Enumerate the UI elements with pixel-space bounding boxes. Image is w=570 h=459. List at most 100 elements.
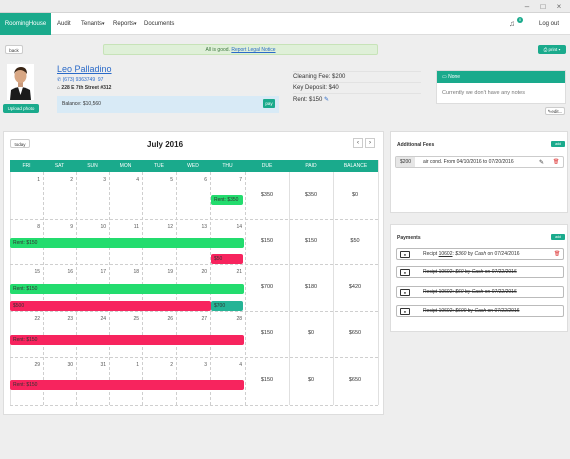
day-number: 7: [239, 177, 242, 183]
day-number: 8: [37, 224, 40, 230]
print-button[interactable]: ⎙ print ▾: [538, 45, 566, 54]
notes-panel: ▭ None Currently we don't have any notes: [436, 70, 566, 104]
window-titlebar: – □ ×: [0, 0, 570, 13]
cleaning-fee: Cleaning Fee: $200: [293, 74, 346, 80]
payment-date: on 07/24/2016: [487, 251, 520, 257]
tenant-address: ⌂ 228 E 7th Street #312: [57, 85, 111, 91]
grid-line: [10, 357, 378, 358]
payment-amount: $60: [455, 289, 464, 295]
payment-amount: $360: [455, 251, 467, 257]
notes-header-label: None: [448, 74, 461, 80]
fee-amount: $200: [396, 157, 415, 167]
additional-fees-title: Additional Fees: [397, 142, 435, 148]
payment-date: on 07/22/2016: [484, 289, 517, 295]
week-due: $700: [260, 284, 274, 290]
day-number: 30: [67, 362, 73, 368]
event-rent[interactable]: Rent: $150: [10, 284, 244, 294]
next-month-button[interactable]: ›: [365, 138, 375, 148]
week-balance: $0: [351, 192, 359, 198]
event-rent[interactable]: Rent: $150: [10, 335, 244, 345]
week-paid: $180: [304, 284, 318, 290]
bell-icon[interactable]: ♫: [509, 19, 515, 28]
payment-text: Recipt 10602: $600 by Cash on 07/22/2016: [423, 308, 520, 314]
day-number: 3: [103, 177, 106, 183]
day-number: 20: [201, 269, 207, 275]
day-number: 9: [70, 224, 73, 230]
day-number: 1: [37, 177, 40, 183]
balance-box: Balance: $10,560: [57, 96, 279, 113]
nav-reports[interactable]: Reports▾: [113, 13, 137, 35]
nav-documents[interactable]: Documents: [144, 13, 174, 35]
home-icon: ⌂: [57, 85, 61, 91]
payment-receipt-label: Recipt: [423, 308, 438, 314]
notification-badge: 0: [517, 17, 523, 23]
today-button[interactable]: today: [10, 139, 30, 148]
brand-logo[interactable]: RoomingHouse: [0, 13, 51, 35]
notes-empty-text: Currently we don't have any notes: [442, 90, 525, 96]
payment-date: on 07/22/2016: [487, 308, 520, 314]
payment-receipt-number[interactable]: 10602: [439, 289, 453, 295]
minimize-icon[interactable]: –: [523, 3, 531, 11]
payment-receipt-number[interactable]: 10602: [439, 251, 453, 257]
tenant-phone-value: (673) 9363749 97: [62, 77, 104, 83]
tenant-name-link[interactable]: Leo Palladino: [57, 64, 112, 74]
report-legal-notice-link[interactable]: Report Legal Notice: [231, 47, 275, 53]
nav-tenants[interactable]: Tenants▾: [81, 13, 105, 35]
day-header-wed: WED: [187, 163, 199, 169]
payment-method: Cash: [471, 289, 484, 295]
divider: [293, 82, 421, 83]
day-number: 23: [67, 316, 73, 322]
add-payment-button[interactable]: add: [551, 234, 565, 240]
event-fee[interactable]: $50: [211, 254, 243, 264]
day-header-thu: THU: [222, 163, 233, 169]
day-header-tue: TUE: [154, 163, 164, 169]
payment-amount: $600: [455, 308, 467, 314]
grid-line: [333, 172, 334, 405]
logout-link[interactable]: Log out: [539, 13, 559, 35]
day-number: 3: [204, 362, 207, 368]
week-balance: $650: [348, 377, 362, 383]
divider: [293, 93, 421, 94]
payment-text: Recipt 10602: $60 by Cash on 07/22/2016: [423, 269, 517, 275]
add-fee-button[interactable]: add: [551, 141, 565, 147]
day-number: 13: [201, 224, 207, 230]
event-rent[interactable]: Rent: $150: [10, 238, 244, 248]
day-header-fri: FRI: [22, 163, 31, 169]
event-fee[interactable]: $500: [10, 301, 211, 311]
day-header-sat: SAT: [54, 163, 65, 169]
day-number: 4: [239, 362, 242, 368]
edit-notes-button[interactable]: ✎edit...: [545, 107, 565, 115]
maximize-icon[interactable]: □: [539, 3, 547, 11]
day-number: 21: [236, 269, 242, 275]
close-icon[interactable]: ×: [555, 3, 563, 11]
day-number: 6: [204, 177, 207, 183]
payment-receipt-number[interactable]: 10602: [439, 269, 453, 275]
week-due: $350: [260, 192, 274, 198]
event-rent[interactable]: Rent: $150: [10, 380, 244, 390]
trash-icon[interactable]: 🗑: [554, 251, 560, 257]
event-fee[interactable]: $700: [211, 301, 243, 311]
nav-audit[interactable]: Audit: [57, 13, 71, 35]
week-paid: $350: [304, 192, 318, 198]
back-button[interactable]: back: [5, 45, 23, 54]
summary-header-balance: BALANCE: [343, 163, 368, 169]
caret-down-icon: ▾: [558, 47, 561, 52]
week-paid: $0: [307, 377, 315, 383]
upload-photo-button[interactable]: Upload photo: [3, 104, 39, 113]
grid-line: [378, 160, 379, 405]
day-number: 29: [34, 362, 40, 368]
key-deposit: Key Deposit: $40: [293, 85, 339, 91]
pencil-icon[interactable]: ✎: [539, 159, 544, 166]
prev-month-button[interactable]: ‹: [353, 138, 363, 148]
trash-icon[interactable]: 🗑: [553, 159, 559, 165]
pay-button[interactable]: pay: [263, 99, 275, 108]
payment-receipt-number[interactable]: 10602: [439, 308, 453, 314]
payment-method: Cash: [474, 251, 487, 257]
grid-line: [10, 219, 378, 220]
tenant-phone[interactable]: ✆ (673) 9363749 97: [57, 77, 103, 83]
edit-notes-label: edit...: [551, 109, 563, 114]
week-paid: $150: [304, 238, 318, 244]
pencil-icon[interactable]: ✎: [324, 97, 329, 103]
bill-icon: ●: [400, 289, 410, 296]
event-rent[interactable]: Rent: $350: [211, 195, 243, 205]
